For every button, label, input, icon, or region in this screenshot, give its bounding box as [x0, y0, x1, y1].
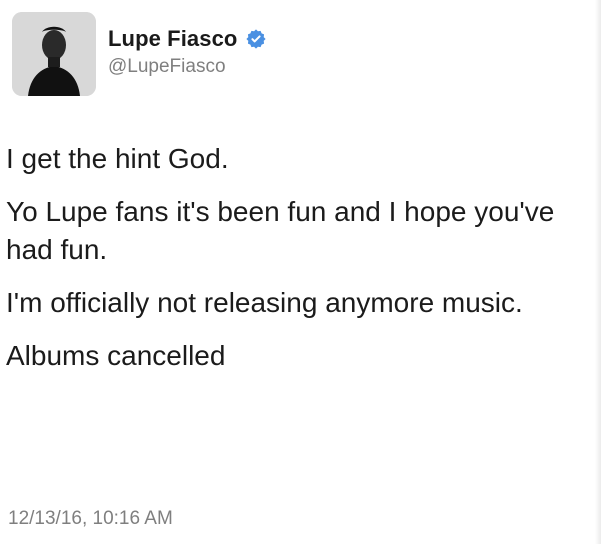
tweet-paragraph: I get the hint God.: [6, 143, 229, 174]
verified-badge-icon: [245, 28, 267, 50]
author-name-row: Lupe Fiasco: [108, 24, 601, 54]
author-name[interactable]: Lupe Fiasco: [108, 28, 237, 50]
tweet-timestamp[interactable]: 12/13/16, 10:16 AM: [8, 508, 173, 531]
tweet-card: Lupe Fiasco @LupeFiasco I get the hint G…: [0, 0, 601, 544]
author-handle[interactable]: @LupeFiasco: [108, 56, 601, 79]
tweet-paragraph: I'm officially not releasing anymore mus…: [6, 286, 523, 318]
edge-shadow: [595, 0, 601, 544]
tweet-paragraph: Yo Lupe fans it's been fun and I hope yo…: [6, 195, 555, 266]
tweet-paragraph: Albums cancelled: [6, 339, 226, 371]
tweet-text: I get the hint God. Yo Lupe fans it's be…: [6, 140, 576, 375]
author-info: Lupe Fiasco @LupeFiasco: [108, 24, 601, 79]
avatar[interactable]: [12, 12, 96, 96]
